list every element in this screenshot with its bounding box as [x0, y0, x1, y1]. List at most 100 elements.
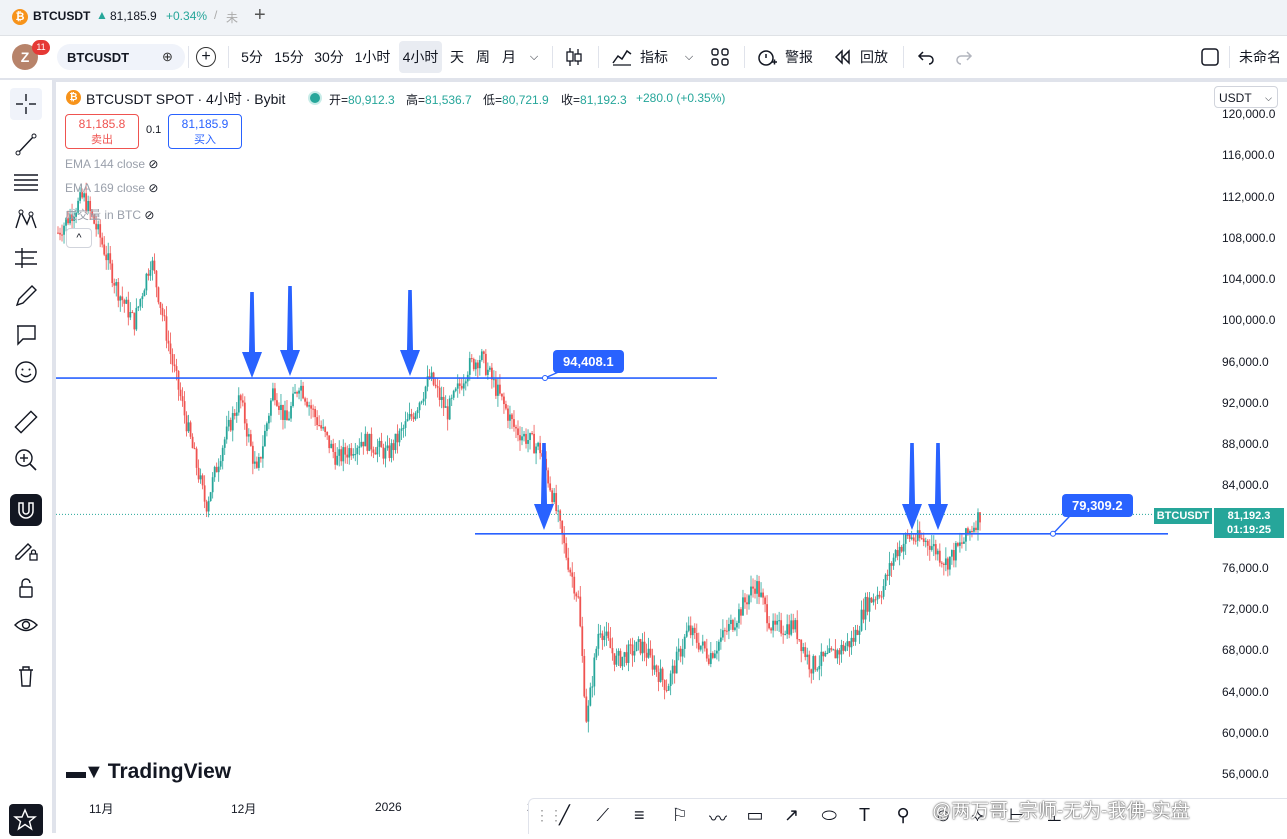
candle: [306, 401, 308, 407]
down-arrow-annotation[interactable]: [928, 443, 948, 530]
buy-label: 买入: [194, 134, 216, 146]
candle: [137, 306, 140, 308]
down-arrow-annotation[interactable]: [400, 290, 420, 376]
long-position-icon[interactable]: ⚐: [672, 805, 688, 826]
candle: [115, 282, 118, 286]
candle: [577, 596, 580, 598]
candle: [900, 546, 903, 552]
candle: [762, 592, 764, 598]
indicator-volume[interactable]: 成交量 in BTC ⊘: [65, 206, 154, 223]
candle: [914, 540, 917, 542]
path-icon[interactable]: ⟋: [597, 805, 610, 826]
down-arrow-annotation[interactable]: [902, 443, 922, 530]
fib-retracement-icon[interactable]: ≡: [634, 805, 645, 826]
legend-low: 低=80,721.9: [483, 93, 549, 107]
price-level-label[interactable]: 79,309.2: [1062, 493, 1133, 517]
candle: [292, 393, 294, 407]
candle: [374, 452, 377, 455]
candle: [641, 641, 644, 654]
candle: [730, 619, 732, 625]
indicator-ema-144[interactable]: EMA 144 close ⊘: [65, 157, 158, 171]
candle: [418, 402, 421, 411]
candle: [965, 528, 967, 542]
candle: [241, 400, 244, 403]
candle: [760, 592, 762, 597]
down-arrow-annotation[interactable]: [242, 292, 262, 378]
candle: [515, 426, 517, 429]
line-anchor[interactable]: [542, 375, 548, 382]
candle: [507, 408, 509, 421]
candle: [239, 395, 242, 401]
candle: [167, 340, 170, 344]
candle: [117, 282, 120, 301]
annotation-arrows[interactable]: [242, 286, 948, 530]
candle: [557, 510, 560, 512]
candle: [324, 427, 327, 432]
candle: [263, 430, 266, 447]
bitcoin-icon: ₿: [66, 90, 81, 105]
candle: [892, 557, 895, 566]
indicator-ema-169[interactable]: EMA 169 close ⊘: [65, 181, 158, 195]
buy-button[interactable]: 81,185.9 买入: [168, 114, 242, 149]
eye-off-icon[interactable]: ⊘: [148, 181, 158, 195]
last-price-value: 81,192.3: [1227, 510, 1271, 522]
text-icon[interactable]: T: [859, 805, 870, 826]
eye-off-icon[interactable]: ⊘: [144, 208, 154, 222]
candle: [860, 609, 863, 631]
candle: [213, 466, 216, 478]
market-status-dot[interactable]: [308, 91, 322, 105]
candle: [888, 563, 891, 576]
candle: [703, 641, 706, 649]
candle: [677, 648, 680, 652]
candle: [844, 645, 847, 651]
candle: [852, 637, 855, 642]
candle: [251, 445, 254, 464]
candle: [940, 562, 943, 564]
pin-icon[interactable]: ⚲: [897, 805, 910, 826]
rectangle-icon[interactable]: ▭: [747, 805, 764, 826]
candle: [948, 556, 951, 570]
candle: [601, 633, 604, 641]
candle: [906, 534, 909, 536]
candle: [687, 625, 690, 631]
candle: [253, 461, 256, 464]
candle: [348, 448, 351, 458]
candle: [235, 412, 238, 416]
pattern-icon[interactable]: 〰: [709, 805, 727, 831]
ellipse-icon[interactable]: ⬭: [822, 805, 837, 826]
collapse-legend-button[interactable]: ^: [66, 228, 92, 248]
price-tick: 120,000.0: [1222, 107, 1276, 121]
candle: [884, 574, 887, 587]
candle: [944, 558, 947, 565]
line-anchor[interactable]: [1050, 530, 1056, 537]
candle: [406, 419, 409, 422]
candle: [127, 299, 130, 318]
candle: [651, 655, 654, 670]
price-tick: 108,000.0: [1222, 230, 1276, 245]
legend-title[interactable]: BTCUSDT SPOT · 4小时 · Bybit: [86, 89, 285, 109]
candle: [468, 358, 471, 375]
time-tick: 12月: [231, 802, 257, 816]
candle: [454, 388, 457, 391]
candle: [400, 428, 403, 431]
candle: [659, 668, 662, 682]
candle: [245, 423, 248, 437]
candle: [153, 260, 156, 271]
candle: [330, 443, 333, 449]
trend-line-icon[interactable]: ╱: [559, 805, 570, 826]
tv-logo-mark: ▬▼: [66, 761, 104, 783]
candle: [961, 542, 963, 544]
sell-button[interactable]: 81,185.8 卖出: [65, 114, 139, 149]
candle: [631, 644, 634, 656]
currency-select[interactable]: USDT ⌵: [1214, 86, 1278, 108]
candle: [219, 461, 222, 467]
arrow-icon[interactable]: ↗: [784, 805, 799, 826]
eye-off-icon[interactable]: ⊘: [148, 157, 158, 171]
candle: [57, 232, 59, 234]
price-level-label[interactable]: 94,408.1: [553, 350, 624, 374]
candle: [370, 433, 373, 450]
candle: [645, 652, 648, 658]
down-arrow-annotation[interactable]: [280, 286, 300, 376]
candle: [446, 406, 449, 420]
candle: [135, 307, 138, 330]
